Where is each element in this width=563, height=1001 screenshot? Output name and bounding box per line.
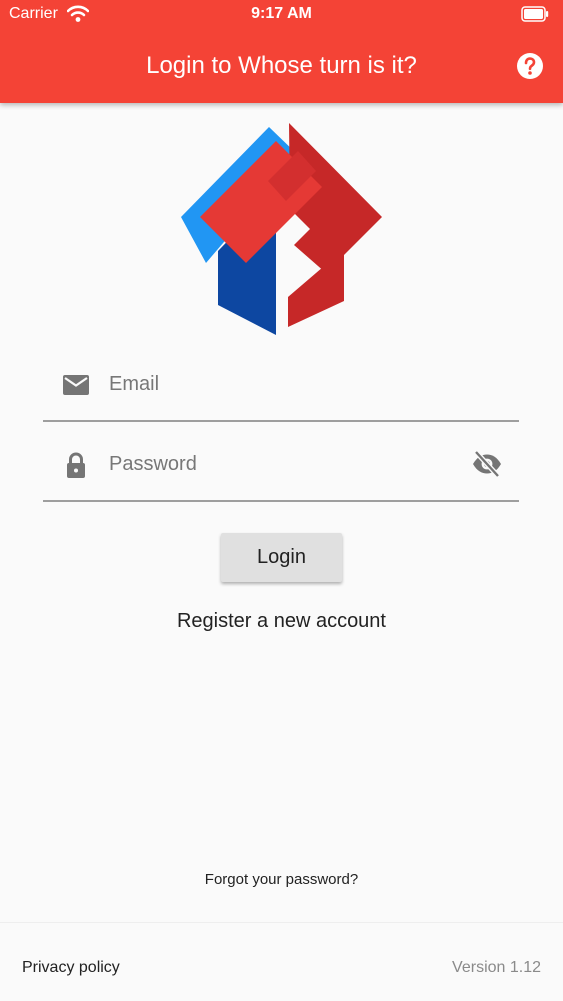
help-icon[interactable] <box>516 52 544 80</box>
eye-off-icon[interactable] <box>471 448 503 480</box>
version-label: Version 1.12 <box>452 959 541 976</box>
login-button[interactable]: Login <box>221 533 342 582</box>
footer: Privacy policy Version 1.12 <box>0 922 563 1001</box>
privacy-policy-link[interactable]: Privacy policy <box>22 959 120 977</box>
page-title: Login to Whose turn is it? <box>146 52 417 79</box>
status-bar: Carrier 9:17 AM <box>0 0 563 30</box>
status-time: 9:17 AM <box>251 5 312 22</box>
email-field <box>43 368 519 422</box>
app-bar: Carrier 9:17 AM Login to Whose turn is i… <box>0 0 563 103</box>
app-logo-icon <box>181 123 382 335</box>
password-input[interactable] <box>109 448 449 480</box>
password-field <box>43 448 519 502</box>
forgot-password-link[interactable]: Forgot your password? <box>0 871 563 888</box>
register-link[interactable]: Register a new account <box>0 610 563 633</box>
battery-icon <box>521 6 549 22</box>
email-input[interactable] <box>109 368 449 400</box>
mail-icon <box>63 375 89 395</box>
lock-icon <box>67 452 85 478</box>
